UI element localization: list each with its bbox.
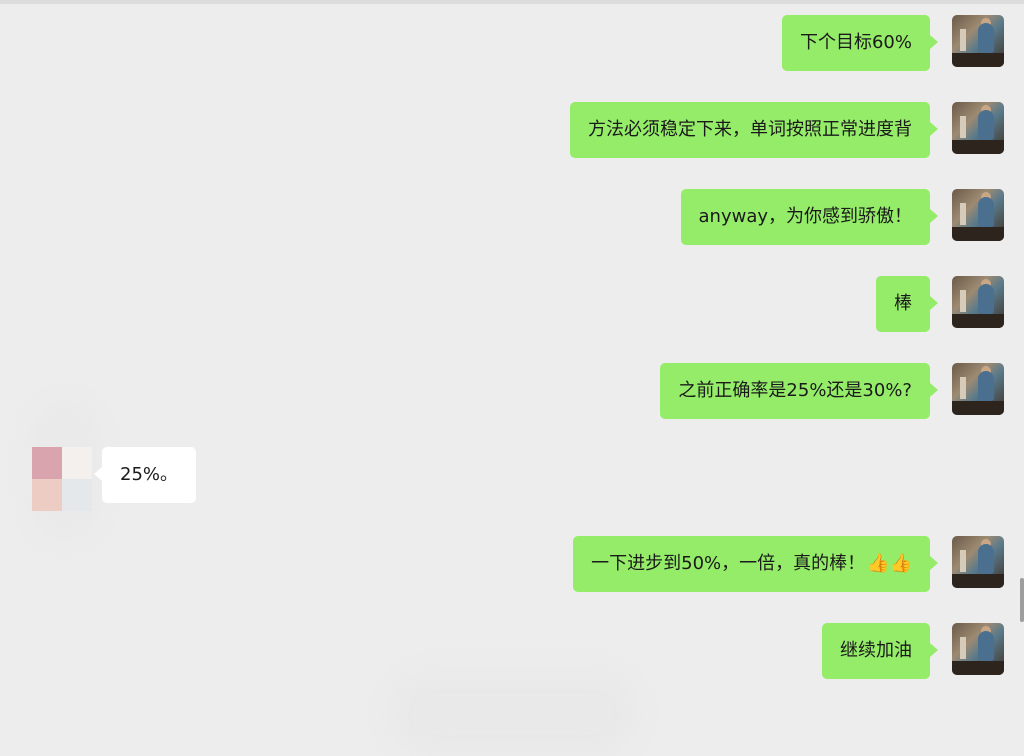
user-avatar[interactable] (952, 536, 1004, 588)
message-bubble[interactable]: 继续加油 (822, 623, 938, 679)
message-bubble[interactable]: 棒 (876, 276, 938, 332)
contact-avatar[interactable] (32, 447, 92, 511)
chat-window: 下个目标60% 方法必须稳定下来，单词按照正常进度背 anyway，为你感到骄傲… (0, 0, 1024, 756)
message-bubble[interactable]: 一下进步到50%，一倍，真的棒！ 👍👍 (573, 536, 938, 592)
message-outgoing: 下个目标60% (781, 15, 1004, 71)
user-avatar[interactable] (952, 623, 1004, 675)
message-outgoing: 之前正确率是25%还是30%? (660, 363, 1004, 419)
message-bubble[interactable]: 之前正确率是25%还是30%? (660, 363, 938, 419)
scrollbar[interactable] (1020, 578, 1024, 622)
message-outgoing: 继续加油 (822, 623, 1004, 679)
user-avatar[interactable] (952, 189, 1004, 241)
message-incoming: 25%。 (32, 447, 197, 511)
user-avatar[interactable] (952, 276, 1004, 328)
message-list[interactable]: 下个目标60% 方法必须稳定下来，单词按照正常进度背 anyway，为你感到骄傲… (0, 0, 1024, 756)
message-text: 一下进步到50%，一倍，真的棒！ (591, 553, 866, 574)
thumbs-up-icon: 👍👍 (867, 553, 912, 574)
message-outgoing: 棒 (876, 276, 1004, 332)
message-bubble[interactable]: 下个目标60% (781, 15, 939, 71)
user-avatar[interactable] (952, 363, 1004, 415)
message-outgoing: anyway，为你感到骄傲！ (680, 189, 1004, 245)
message-bubble[interactable]: 方法必须稳定下来，单词按照正常进度背 (570, 102, 938, 158)
message-bubble[interactable]: anyway，为你感到骄傲！ (680, 189, 938, 245)
message-outgoing: 一下进步到50%，一倍，真的棒！ 👍👍 (573, 536, 1004, 592)
message-bubble[interactable]: 25%。 (93, 447, 197, 503)
user-avatar[interactable] (952, 15, 1004, 67)
user-avatar[interactable] (952, 102, 1004, 154)
message-outgoing: 方法必须稳定下来，单词按照正常进度背 (570, 102, 1004, 158)
